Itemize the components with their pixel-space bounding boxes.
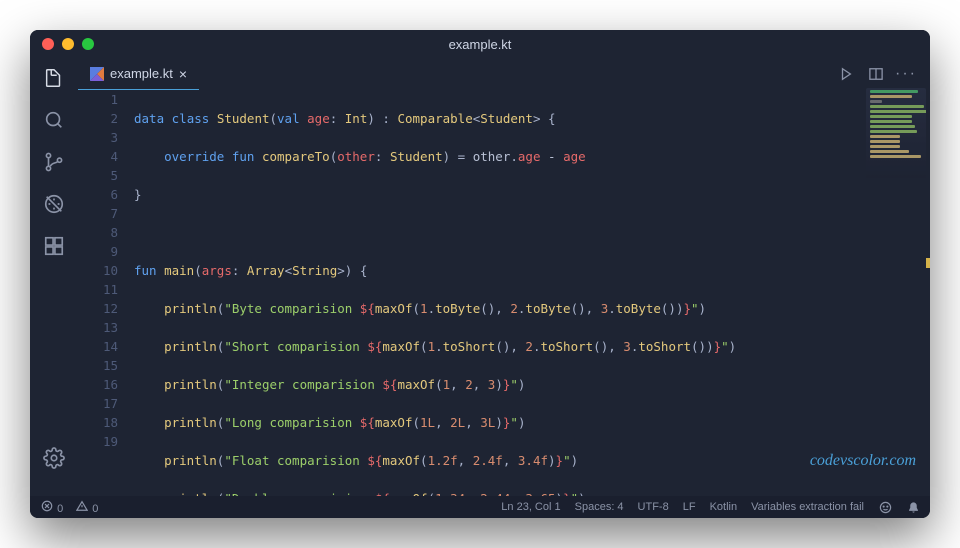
line-number: 5 — [78, 166, 118, 185]
status-errors[interactable]: 0 — [40, 499, 63, 515]
status-warnings[interactable]: 0 — [75, 499, 98, 515]
line-number: 2 — [78, 109, 118, 128]
tab-filename: example.kt — [110, 66, 173, 81]
titlebar: example.kt — [30, 30, 930, 58]
maximize-window-button[interactable] — [82, 38, 94, 50]
code-line: println("Integer comparision ${maxOf(1, … — [134, 375, 922, 394]
error-icon — [40, 499, 54, 513]
code-line: data class Student(val age: Int) : Compa… — [134, 109, 922, 128]
code-line: override fun compareTo(other: Student) =… — [134, 147, 922, 166]
editor-actions: ··· — [838, 58, 930, 90]
tab-close-icon[interactable]: × — [179, 66, 187, 82]
line-number: 18 — [78, 413, 118, 432]
line-number: 8 — [78, 223, 118, 242]
line-number: 10 — [78, 261, 118, 280]
line-number: 12 — [78, 299, 118, 318]
code-content[interactable]: data class Student(val age: Int) : Compa… — [134, 90, 930, 496]
code-line: println("Byte comparision ${maxOf(1.toBy… — [134, 299, 922, 318]
main-area: example.kt × ··· — [30, 58, 930, 496]
settings-gear-icon[interactable] — [42, 446, 66, 470]
code-line: println("Short comparision ${maxOf(1.toS… — [134, 337, 922, 356]
kotlin-file-icon — [90, 67, 104, 81]
code-line: } — [134, 185, 922, 204]
feedback-icon[interactable] — [878, 500, 892, 514]
code-line: println("Long comparision ${maxOf(1L, 2L… — [134, 413, 922, 432]
line-number: 13 — [78, 318, 118, 337]
status-eol[interactable]: LF — [683, 501, 696, 513]
debug-icon[interactable] — [42, 192, 66, 216]
line-number-gutter: 1 2 3 4 5 6 7 8 9 10 11 12 13 14 15 16 1… — [78, 90, 134, 496]
window-title: example.kt — [449, 37, 512, 52]
editor-area: example.kt × ··· — [78, 58, 930, 496]
scroll-marker — [926, 258, 930, 268]
code-line: println("Float comparision ${maxOf(1.2f,… — [134, 451, 922, 470]
editor-window: example.kt — [30, 30, 930, 518]
more-actions-icon[interactable]: ··· — [898, 66, 914, 82]
minimize-window-button[interactable] — [62, 38, 74, 50]
line-number: 11 — [78, 280, 118, 299]
search-icon[interactable] — [42, 108, 66, 132]
code-line: println("Double comparision ${maxOf(1.34… — [134, 489, 922, 496]
extensions-icon[interactable] — [42, 234, 66, 258]
line-number: 3 — [78, 128, 118, 147]
close-window-button[interactable] — [42, 38, 54, 50]
bell-icon[interactable] — [906, 500, 920, 514]
line-number: 1 — [78, 90, 118, 109]
code-editor[interactable]: 1 2 3 4 5 6 7 8 9 10 11 12 13 14 15 16 1… — [78, 90, 930, 496]
source-control-icon[interactable] — [42, 150, 66, 174]
split-editor-icon[interactable] — [868, 66, 884, 82]
line-number: 6 — [78, 185, 118, 204]
minimap[interactable] — [866, 88, 926, 178]
line-number: 15 — [78, 356, 118, 375]
status-encoding[interactable]: UTF-8 — [638, 501, 669, 513]
status-spaces[interactable]: Spaces: 4 — [575, 501, 624, 513]
status-line-col[interactable]: Ln 23, Col 1 — [501, 501, 560, 513]
code-line: fun main(args: Array<String>) { — [134, 261, 922, 280]
status-language[interactable]: Kotlin — [710, 501, 738, 513]
status-message[interactable]: Variables extraction fail — [751, 501, 864, 513]
line-number: 14 — [78, 337, 118, 356]
line-number: 9 — [78, 242, 118, 261]
traffic-lights — [42, 38, 94, 50]
line-number: 16 — [78, 375, 118, 394]
line-number: 17 — [78, 394, 118, 413]
explorer-icon[interactable] — [42, 66, 66, 90]
watermark: codevscolor.com — [810, 452, 916, 470]
activity-bar — [30, 58, 78, 496]
tab-bar: example.kt × ··· — [78, 58, 930, 90]
code-line — [134, 223, 922, 242]
line-number: 4 — [78, 147, 118, 166]
line-number: 19 — [78, 432, 118, 451]
run-icon[interactable] — [838, 66, 854, 82]
tab-example-kt[interactable]: example.kt × — [78, 58, 199, 90]
status-bar: 0 0 Ln 23, Col 1 Spaces: 4 UTF-8 LF Kotl… — [30, 496, 930, 518]
warning-icon — [75, 499, 89, 513]
line-number: 7 — [78, 204, 118, 223]
